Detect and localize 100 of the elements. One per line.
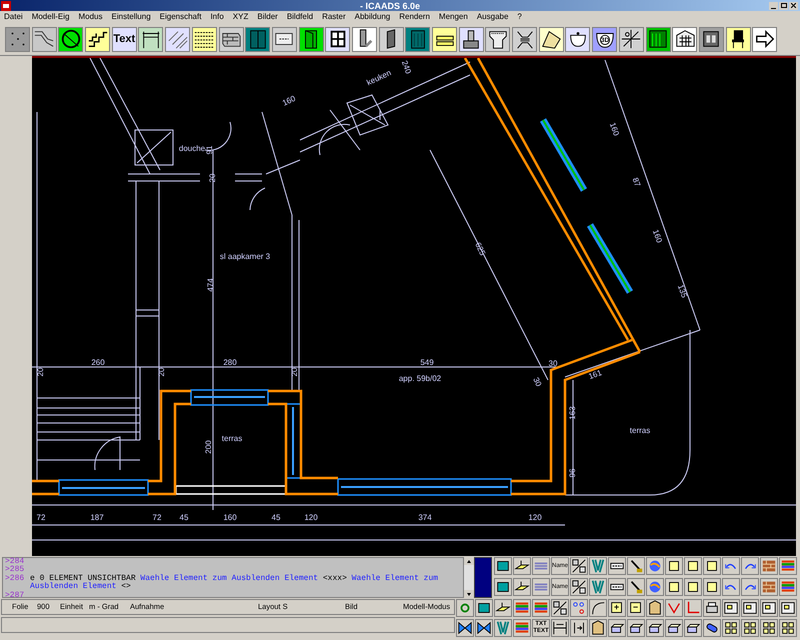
tool-button[interactable] [218, 26, 244, 52]
tool-button[interactable] [684, 557, 702, 575]
tool-button[interactable] [608, 599, 626, 617]
tool-button[interactable] [703, 618, 721, 636]
menu-item[interactable]: Bildfeld [286, 12, 314, 22]
tool-button[interactable] [58, 26, 84, 52]
tool-button[interactable] [646, 26, 670, 52]
tool-button[interactable] [512, 26, 538, 52]
ruler-icon [552, 620, 568, 636]
tool-button[interactable] [627, 618, 645, 636]
room-3d-icon [647, 28, 669, 50]
brush-icon [628, 579, 644, 595]
tool-button[interactable] [779, 599, 797, 617]
tool-button[interactable] [570, 578, 588, 596]
tool-button[interactable] [608, 557, 626, 575]
tiles-icon [723, 620, 739, 636]
tool-button[interactable] [703, 557, 721, 575]
arrow-right-icon [754, 28, 776, 50]
tool-button[interactable] [494, 557, 512, 575]
tool-button[interactable] [378, 26, 404, 52]
menu-item[interactable]: ? [517, 12, 522, 22]
tool-button[interactable] [570, 618, 588, 636]
minimize-button[interactable] [769, 2, 778, 10]
tool-button[interactable] [665, 618, 683, 636]
tool-button[interactable] [432, 26, 457, 52]
square-icon [704, 579, 720, 595]
tool-button[interactable] [698, 26, 724, 52]
tool-button[interactable] [475, 618, 493, 636]
axes-icon [620, 28, 642, 50]
tool-button[interactable] [458, 26, 484, 52]
tool-button[interactable] [760, 599, 778, 617]
tool-button[interactable] [352, 26, 377, 52]
tool-button[interactable] [684, 578, 702, 596]
tool-button[interactable] [570, 557, 588, 575]
tool-button[interactable] [494, 578, 512, 596]
room-label: terras [222, 434, 242, 443]
tool-button[interactable] [703, 599, 721, 617]
menu-item[interactable]: Abbildung [354, 12, 390, 22]
tool-button[interactable] [627, 578, 645, 596]
menu-item[interactable]: Raster [322, 12, 346, 22]
tool-button[interactable] [703, 578, 721, 596]
tool-button[interactable] [245, 26, 270, 52]
tool-button[interactable] [494, 599, 512, 617]
tool-button[interactable] [608, 618, 626, 636]
tool-button[interactable] [565, 26, 590, 52]
close-button[interactable] [789, 2, 798, 10]
tool-button[interactable] [726, 26, 751, 52]
menu-item[interactable]: Rendern [399, 12, 430, 22]
menu-item[interactable]: Mengen [438, 12, 468, 22]
scroll-down-icon[interactable] [464, 590, 474, 598]
tool-button[interactable] [405, 26, 430, 52]
tool-button[interactable] [627, 557, 645, 575]
tool-button[interactable] [325, 26, 350, 52]
tool-button[interactable] [779, 618, 797, 636]
tool-button[interactable] [752, 26, 778, 52]
bowtie-icon [457, 620, 473, 636]
tool-button[interactable] [485, 26, 510, 52]
tool-button[interactable] [138, 26, 164, 52]
tool-button[interactable] [513, 557, 531, 575]
menu-item[interactable]: Bilder [257, 12, 278, 22]
tool-button[interactable] [618, 26, 644, 52]
tool-button[interactable] [85, 26, 110, 52]
tool-button[interactable] [741, 599, 759, 617]
dimension-label: 91 [205, 146, 214, 154]
scroll-up-icon[interactable] [464, 557, 474, 565]
tool-button[interactable] [32, 26, 57, 52]
tool-button[interactable] [646, 618, 664, 636]
tool-button[interactable]: Text [112, 26, 137, 52]
tool-button[interactable] [672, 26, 698, 52]
menu-item[interactable]: Datei [4, 12, 23, 22]
tool-button[interactable] [513, 578, 531, 596]
menu-item[interactable]: Modell-Eig [32, 12, 70, 22]
tool-button[interactable] [722, 599, 740, 617]
tool-button[interactable] [551, 599, 569, 617]
tool-button[interactable] [456, 618, 474, 636]
tool-button[interactable] [665, 578, 683, 596]
tool-button[interactable] [475, 599, 493, 617]
tool-button[interactable] [684, 618, 702, 636]
scrollbar[interactable] [464, 557, 474, 598]
tool-button[interactable] [192, 26, 217, 52]
menu-item[interactable]: Einstellung [112, 12, 151, 22]
menu-item[interactable]: Info [210, 12, 224, 22]
tool-button[interactable] [665, 557, 683, 575]
menu-item[interactable]: Modus [78, 12, 102, 22]
tool-button[interactable] [589, 599, 607, 617]
menu-item[interactable]: Ausgabe [476, 12, 508, 22]
maximize-button[interactable] [779, 2, 788, 10]
dimension-label: 200 [204, 440, 213, 454]
menu-item[interactable]: Eigenschaft [160, 12, 202, 22]
tool-button[interactable] [538, 26, 564, 52]
tool-button[interactable] [741, 618, 759, 636]
tool-button[interactable] [722, 618, 740, 636]
tool-button[interactable] [627, 599, 645, 617]
tool-button[interactable] [272, 26, 297, 52]
menu-item[interactable]: XYZ [232, 12, 248, 22]
tool-button[interactable] [760, 618, 778, 636]
tool-button[interactable] [551, 618, 569, 636]
tool-button[interactable] [298, 26, 324, 52]
brick-icon [761, 579, 777, 595]
tool-button[interactable] [608, 578, 626, 596]
